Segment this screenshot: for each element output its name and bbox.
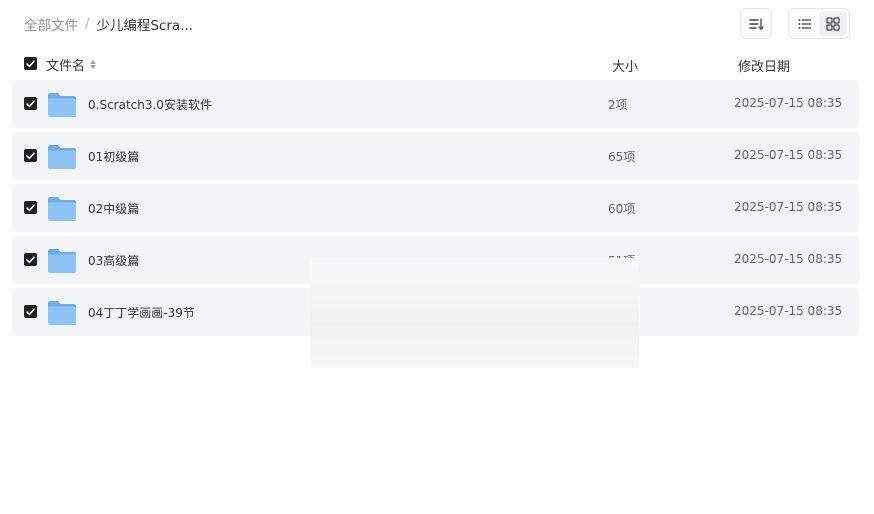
row-checkbox[interactable]	[24, 149, 37, 162]
grid-view-icon	[826, 16, 840, 31]
list-view-button[interactable]	[791, 11, 819, 36]
file-name[interactable]: 04丁丁学画画-39节	[88, 304, 195, 321]
blank-overlay-panel	[310, 258, 639, 368]
breadcrumb-root-link[interactable]: 全部文件	[24, 14, 78, 34]
checkmark-icon	[26, 59, 35, 67]
breadcrumb-separator: /	[85, 16, 90, 32]
file-name[interactable]: 03高级篇	[88, 252, 139, 269]
file-list-header: 文件名 大小 修改日期	[12, 48, 859, 80]
select-all-checkbox[interactable]	[24, 57, 37, 70]
list-view-icon	[798, 18, 811, 29]
file-row[interactable]: 02中级篇 60项 2025-07-15 08:35	[12, 184, 859, 232]
file-size: 65项	[608, 150, 636, 164]
column-header-name[interactable]: 文件名	[46, 55, 97, 74]
checkmark-icon	[26, 151, 35, 159]
file-name[interactable]: 01初级篇	[88, 148, 139, 165]
row-checkbox[interactable]	[24, 253, 37, 266]
breadcrumb-current-folder: 少儿编程Scra...	[96, 18, 194, 34]
column-header-size: 大小	[612, 60, 639, 75]
row-checkbox[interactable]	[24, 305, 37, 318]
checkmark-icon	[26, 99, 35, 107]
file-modified-date: 2025-07-15 08:35	[734, 200, 843, 214]
checkmark-icon	[26, 255, 35, 263]
file-name[interactable]: 02中级篇	[88, 200, 139, 217]
file-row[interactable]: 01初级篇 65项 2025-07-15 08:35	[12, 132, 859, 180]
folder-icon	[48, 301, 76, 325]
grid-view-button[interactable]	[819, 11, 847, 36]
file-size: 2项	[608, 98, 628, 112]
file-modified-date: 2025-07-15 08:35	[734, 252, 843, 266]
folder-icon	[48, 249, 76, 273]
file-row[interactable]: 0.Scratch3.0安装软件 2项 2025-07-15 08:35	[12, 80, 859, 128]
checkmark-icon	[26, 203, 35, 211]
file-name[interactable]: 0.Scratch3.0安装软件	[88, 96, 212, 113]
file-modified-date: 2025-07-15 08:35	[734, 96, 843, 110]
sort-arrows-icon	[90, 60, 97, 69]
sort-button[interactable]	[740, 8, 772, 39]
column-header-date: 修改日期	[738, 60, 791, 75]
folder-icon	[48, 197, 76, 221]
file-size: 60项	[608, 202, 636, 216]
checkmark-icon	[26, 307, 35, 315]
sort-lines-icon	[749, 17, 764, 30]
row-checkbox[interactable]	[24, 97, 37, 110]
folder-icon	[48, 145, 76, 169]
view-toggle	[788, 8, 850, 39]
row-checkbox[interactable]	[24, 201, 37, 214]
file-modified-date: 2025-07-15 08:35	[734, 304, 843, 318]
file-modified-date: 2025-07-15 08:35	[734, 148, 843, 162]
column-header-name-label: 文件名	[46, 59, 86, 74]
breadcrumb: 全部文件 / 少儿编程Scra...	[24, 14, 194, 35]
folder-icon	[48, 93, 76, 117]
